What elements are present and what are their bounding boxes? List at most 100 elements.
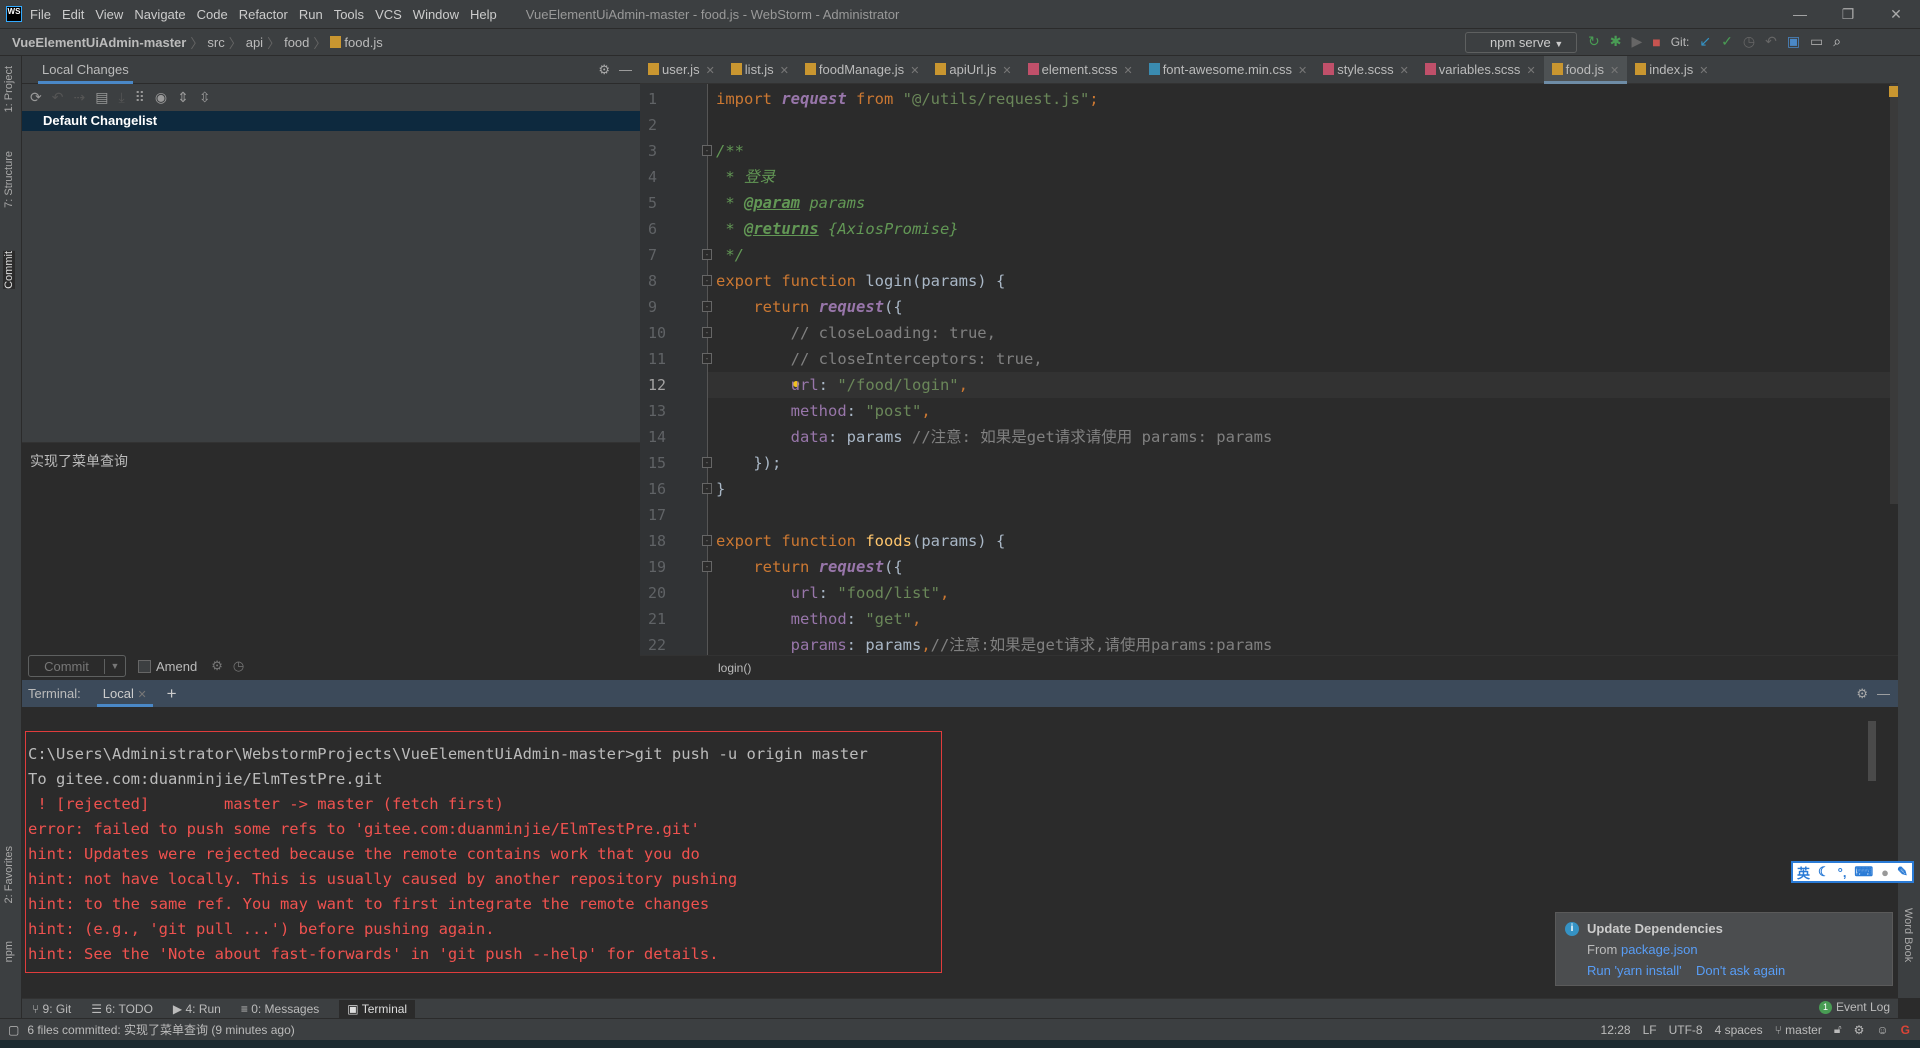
moon-icon[interactable]: ☾ xyxy=(1818,864,1830,880)
menu-file[interactable]: File xyxy=(30,7,51,22)
eye-icon[interactable]: ◉ xyxy=(155,89,167,106)
hector-icon[interactable]: ☺ xyxy=(1876,1023,1888,1037)
rollback-icon[interactable]: ↶ xyxy=(1765,33,1777,50)
status-toggle-icon[interactable]: ▢ xyxy=(8,1023,19,1037)
amend-checkbox[interactable] xyxy=(138,659,151,673)
code-line[interactable]: import request from "@/utils/request.js"… xyxy=(716,86,1099,112)
stop-icon[interactable]: ■ xyxy=(1652,34,1660,50)
code-line[interactable]: * @param params xyxy=(716,190,865,216)
refresh-icon[interactable]: ⟳ xyxy=(30,89,42,106)
tab-user-js[interactable]: user.js ✕ xyxy=(640,56,723,84)
translate-icon[interactable]: ▣ xyxy=(1787,33,1800,50)
menu-refactor[interactable]: Refactor xyxy=(239,7,288,22)
package-json-link[interactable]: package.json xyxy=(1621,942,1698,957)
fold-marker-icon[interactable]: - xyxy=(702,145,712,156)
code-line[interactable]: method: "get", xyxy=(716,606,922,632)
lock-icon[interactable]: 🔓︎ xyxy=(1834,1022,1842,1037)
stripe-structure[interactable]: 7: Structure xyxy=(3,151,15,208)
fold-marker-icon[interactable]: - xyxy=(702,249,712,260)
fold-marker-icon[interactable]: - xyxy=(702,275,712,286)
debug-icon[interactable]: ✱ xyxy=(1610,33,1622,50)
code-line[interactable]: data: params //注意: 如果是get请求请使用 params: p… xyxy=(716,424,1273,450)
close-icon[interactable]: ✕ xyxy=(1610,65,1619,77)
search-icon[interactable]: ⌕ xyxy=(1833,33,1841,50)
code-line[interactable]: }); xyxy=(716,450,781,476)
code-line[interactable]: export function foods(params) { xyxy=(716,528,1005,554)
commit-button[interactable]: Commit ▼ xyxy=(28,655,126,677)
expand-all-icon[interactable]: ⇕ xyxy=(177,89,189,106)
menu-help[interactable]: Help xyxy=(470,7,497,22)
ime-toolbar[interactable]: 英 ☾ °, ⌨ ● ✎ xyxy=(1791,861,1914,883)
close-icon[interactable]: ✕ xyxy=(1002,65,1011,77)
rerun-icon[interactable]: ↻ xyxy=(1588,33,1600,50)
tab-style-scss[interactable]: style.scss ✕ xyxy=(1315,56,1417,84)
breadcrumb-file[interactable]: food.js xyxy=(344,35,382,50)
tool-window-messages[interactable]: ≡ 0: Messages xyxy=(241,1002,319,1016)
caret-position[interactable]: 12:28 xyxy=(1601,1023,1631,1037)
fold-marker-icon[interactable]: - xyxy=(702,535,712,546)
code-line[interactable]: return request({ xyxy=(716,554,902,580)
code-line[interactable]: * 登录 xyxy=(716,164,775,190)
hide-icon[interactable]: — xyxy=(619,62,632,77)
history-icon[interactable]: ◷ xyxy=(233,658,244,674)
fold-marker-icon[interactable]: - xyxy=(702,327,712,338)
rollback-icon[interactable]: ↶ xyxy=(52,89,64,106)
keyboard-icon[interactable]: ⌨ xyxy=(1854,864,1873,880)
menu-navigate[interactable]: Navigate xyxy=(134,7,185,22)
history-icon[interactable]: ◷ xyxy=(1743,33,1755,50)
code-line[interactable]: return request({ xyxy=(716,294,902,320)
run-yarn-install-link[interactable]: Run 'yarn install' xyxy=(1587,963,1682,978)
code-line[interactable]: url: "food/list", xyxy=(716,580,950,606)
tab-food-js[interactable]: food.js ✕ xyxy=(1543,56,1628,84)
tab-terminal-local[interactable]: Local ✕ xyxy=(96,680,153,707)
wrench-icon[interactable]: ✎ xyxy=(1897,864,1908,880)
shelve-icon[interactable]: ⤓ xyxy=(118,89,124,106)
stripe-commit[interactable]: Commit xyxy=(3,251,15,289)
gear-icon[interactable]: ⚙ xyxy=(211,658,223,674)
indent-setting[interactable]: 4 spaces xyxy=(1715,1023,1763,1037)
status-message[interactable]: 6 files committed: 实现了菜单查询 (9 minutes ag… xyxy=(27,1021,294,1038)
event-log-button[interactable]: 1 Event Log xyxy=(1818,1000,1890,1014)
fold-marker-icon[interactable]: - xyxy=(702,457,712,468)
fold-marker-icon[interactable]: - xyxy=(702,301,712,312)
code-line[interactable]: // closeLoading: true, xyxy=(716,320,996,346)
stripe-npm[interactable]: npm xyxy=(3,941,15,962)
close-icon[interactable]: ✕ xyxy=(706,65,715,77)
code-line[interactable]: */ xyxy=(716,242,744,268)
tab-list-js[interactable]: list.js ✕ xyxy=(723,56,797,84)
breadcrumb-src[interactable]: src xyxy=(207,35,224,50)
close-icon[interactable]: ✕ xyxy=(1400,65,1409,77)
close-icon[interactable]: ✕ xyxy=(780,65,789,77)
git-commit-icon[interactable]: ✓ xyxy=(1721,33,1733,50)
close-icon[interactable]: ✕ xyxy=(1123,65,1132,77)
editor-scrollbar[interactable] xyxy=(1890,84,1898,504)
tab-index-js[interactable]: index.js ✕ xyxy=(1627,56,1716,84)
breadcrumb-api[interactable]: api xyxy=(246,35,263,50)
layout-icon[interactable]: ▭ xyxy=(1810,33,1823,50)
tool-window-run[interactable]: ▶ 4: Run xyxy=(173,1002,221,1016)
stripe-favorites[interactable]: 2: Favorites xyxy=(3,846,15,903)
code-line[interactable]: url: "/food/login", xyxy=(716,372,968,398)
group-icon[interactable]: ⠿ xyxy=(135,89,145,106)
code-line[interactable]: /** xyxy=(716,138,744,164)
tab-apiUrl-js[interactable]: apiUrl.js ✕ xyxy=(927,56,1019,84)
tab-foodManage-js[interactable]: foodManage.js ✕ xyxy=(797,56,928,84)
coverage-icon[interactable]: ▶ xyxy=(1631,33,1642,50)
google-icon[interactable]: G xyxy=(1901,1023,1910,1037)
close-icon[interactable]: ✕ xyxy=(1526,65,1535,77)
changelist-default[interactable]: Default Changelist xyxy=(22,111,640,131)
inspection-icon[interactable]: ⚙ xyxy=(1854,1023,1865,1037)
tool-window-git[interactable]: ⑂ 9: Git xyxy=(32,1002,71,1016)
minimize-button[interactable]: — xyxy=(1776,0,1824,29)
code-editor[interactable]: 1 2 3 4 5 6 7 8 9 10 11 12 13 14 15 16 17 18 19 20 21 22 impo… xyxy=(640,84,1898,655)
menu-window[interactable]: Window xyxy=(413,7,459,22)
code-line[interactable]: export function login(params) { xyxy=(716,268,1005,294)
fold-marker-icon[interactable]: - xyxy=(702,561,712,572)
code-line[interactable]: } xyxy=(716,476,725,502)
fold-marker-icon[interactable]: - xyxy=(702,483,712,494)
diff-icon[interactable]: ▤ xyxy=(95,89,108,106)
file-encoding[interactable]: UTF-8 xyxy=(1669,1023,1703,1037)
breadcrumb-food[interactable]: food xyxy=(284,35,309,50)
collapse-all-icon[interactable]: ⇳ xyxy=(199,89,211,106)
stripe-word-book[interactable]: Word Book xyxy=(1902,908,1914,962)
